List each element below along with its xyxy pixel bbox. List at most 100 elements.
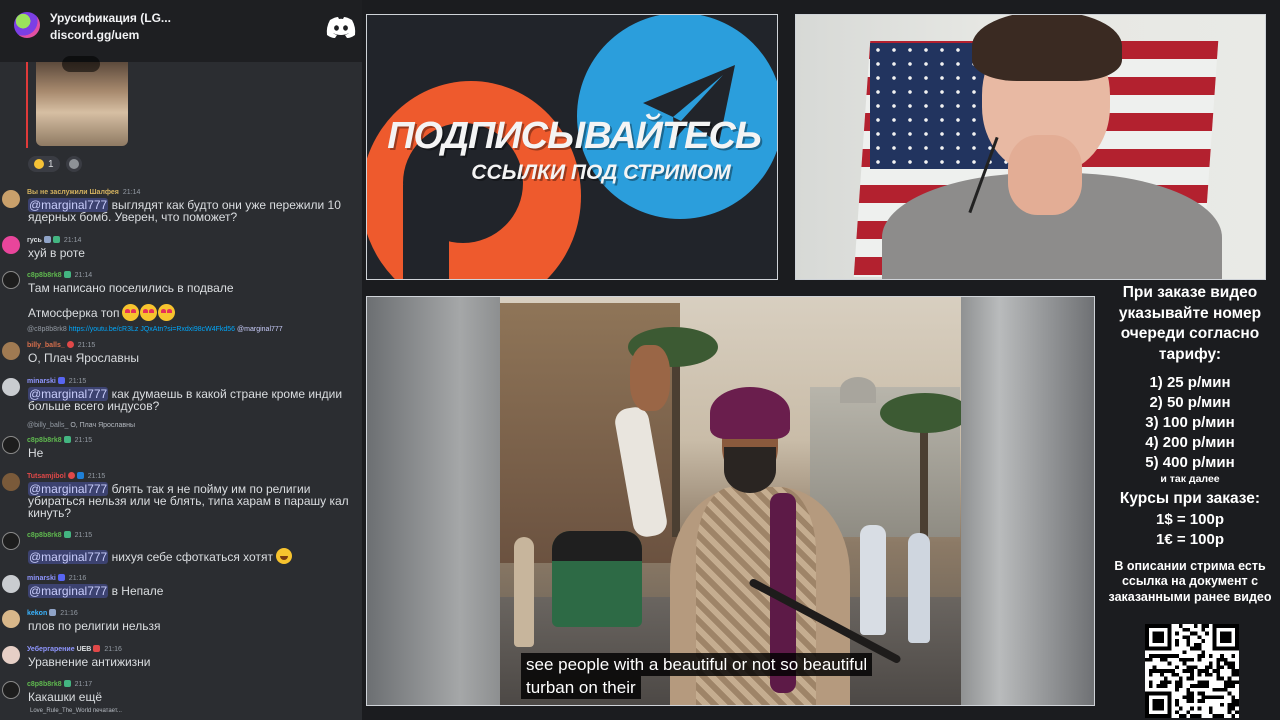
username[interactable]: гусь bbox=[27, 237, 42, 244]
user-mention[interactable]: @marginal777 bbox=[28, 584, 109, 598]
message-author[interactable]: billy_balls_ 21:15 bbox=[27, 341, 95, 349]
heart-eyes-emoji-icon bbox=[122, 304, 176, 321]
message-author[interactable]: kekon 21:16 bbox=[27, 609, 78, 617]
username[interactable]: Tutsamjibol bbox=[27, 473, 66, 480]
promo-subtitle: ССЫЛКИ ПОД СТРИМОМ bbox=[471, 161, 731, 184]
message-author[interactable]: minarski 21:16 bbox=[27, 574, 86, 582]
flag-badge-icon bbox=[76, 472, 84, 479]
avatar[interactable] bbox=[2, 378, 20, 396]
order-instructions: При заказе видео указывайте номер очеред… bbox=[1118, 284, 1262, 363]
streamer-hand bbox=[1008, 135, 1082, 215]
role-badge-icon bbox=[63, 680, 71, 687]
qr-code[interactable] bbox=[1145, 624, 1239, 718]
username[interactable]: minarski bbox=[27, 378, 56, 385]
avatar[interactable] bbox=[2, 575, 20, 593]
reaction-laugh[interactable]: 1 bbox=[28, 156, 60, 172]
avatar[interactable] bbox=[2, 236, 20, 254]
message-time: 21:15 bbox=[68, 378, 87, 385]
username[interactable]: c8p8b8rk8 bbox=[27, 681, 62, 688]
building-dome bbox=[840, 377, 876, 403]
pedestrian bbox=[514, 537, 534, 647]
avatar[interactable] bbox=[2, 532, 20, 550]
message-text: @marginal777 выглядят как будто они уже … bbox=[28, 198, 360, 223]
message-time: 21:14 bbox=[122, 189, 141, 196]
video-player[interactable]: see people with a beautiful or not so be… bbox=[366, 296, 1095, 706]
server-icon[interactable] bbox=[14, 12, 40, 38]
avatar[interactable] bbox=[2, 646, 20, 664]
message-text: хуй в роте bbox=[28, 246, 85, 260]
message-text: Там написано поселились в подвале bbox=[28, 281, 234, 295]
typing-indicator: Love_Rule_The_World печатает... bbox=[30, 708, 122, 714]
discord-chat-overlay: Урусификация (LG... discord.gg/uem 1 Вы … bbox=[0, 0, 362, 720]
username[interactable]: c8p8b8rk8 bbox=[27, 437, 62, 444]
previous-video-thumbnail[interactable] bbox=[36, 62, 128, 146]
role-badge-icon bbox=[67, 472, 75, 479]
username[interactable]: Вы не заслужили Шалфея bbox=[27, 189, 119, 196]
tariff-more: и так далее bbox=[1160, 473, 1220, 485]
message-text: О, Плач Ярославны bbox=[28, 351, 139, 365]
username[interactable]: minarski bbox=[27, 575, 56, 582]
message-text: @marginal777 блять так я не пойму им по … bbox=[28, 482, 360, 519]
avatar[interactable] bbox=[2, 473, 20, 491]
reply-author[interactable]: @c8p8b8rk8 bbox=[27, 326, 67, 333]
message-time: 21:15 bbox=[74, 437, 93, 444]
message-author[interactable]: Вы не заслужили Шалфея 21:14 bbox=[27, 189, 140, 196]
message-time: 21:16 bbox=[68, 575, 87, 582]
rate-item: 1€ = 100р bbox=[1156, 530, 1224, 548]
server-header[interactable]: Урусификация (LG... discord.gg/uem bbox=[0, 0, 362, 62]
role-badge-icon bbox=[57, 377, 65, 384]
role-badge-icon bbox=[49, 609, 57, 616]
message-author[interactable]: c8p8b8rk8 21:14 bbox=[27, 271, 92, 279]
avatar[interactable] bbox=[2, 190, 20, 208]
message-text: Уравнение антижизни bbox=[28, 655, 151, 669]
message-body: в Непале bbox=[111, 584, 164, 598]
avatar[interactable] bbox=[2, 610, 20, 628]
username[interactable]: Уебергарение bbox=[27, 646, 75, 653]
tariff-item: 3) 100 р/мин bbox=[1145, 414, 1235, 431]
message-author[interactable]: minarski 21:15 bbox=[27, 377, 86, 385]
role-badge-icon bbox=[43, 236, 51, 243]
message-author[interactable]: гусь 21:14 bbox=[27, 236, 81, 244]
message-time: 21:14 bbox=[63, 237, 82, 244]
message-time: 21:17 bbox=[74, 681, 93, 688]
message-author[interactable]: c8p8b8rk8 21:15 bbox=[27, 531, 92, 539]
avatar[interactable] bbox=[2, 681, 20, 699]
role-badge-icon bbox=[52, 236, 60, 243]
tariff-item: 4) 200 р/мин bbox=[1145, 434, 1235, 451]
guild-tag: UEB bbox=[76, 646, 92, 653]
role-badge-icon bbox=[63, 531, 71, 538]
subtitle-line: turban on their bbox=[521, 676, 641, 699]
promo-title: ПОДПИСЫВАЙТЕСЬ bbox=[387, 115, 762, 157]
video-play-overlay[interactable] bbox=[62, 56, 100, 72]
reply-link[interactable]: https://youtu.be/cR3Lz JQxAtn?si=Rxdxi98… bbox=[69, 326, 235, 333]
message-author[interactable]: Уебергарение UEB 21:16 bbox=[27, 645, 122, 653]
user-mention[interactable]: @marginal777 bbox=[28, 550, 109, 564]
auto-rickshaw-roof bbox=[552, 531, 642, 561]
avatar[interactable] bbox=[2, 271, 20, 289]
video-blur-left bbox=[367, 297, 500, 705]
server-invite-link[interactable]: discord.gg/uem bbox=[50, 28, 139, 42]
username[interactable]: c8p8b8rk8 bbox=[27, 272, 62, 279]
username[interactable]: kekon bbox=[27, 610, 47, 617]
palm-tree bbox=[880, 393, 961, 433]
avatar[interactable] bbox=[2, 436, 20, 454]
add-reaction-button[interactable] bbox=[65, 156, 82, 172]
message-author[interactable]: c8p8b8rk8 21:15 bbox=[27, 436, 92, 444]
reply-author[interactable]: @billy_balls_ bbox=[27, 422, 68, 429]
message-author[interactable]: Tutsamjibol 21:15 bbox=[27, 472, 105, 480]
username[interactable]: c8p8b8rk8 bbox=[27, 532, 62, 539]
man-waving-hand bbox=[630, 345, 670, 411]
message-body: Атмосферка топ bbox=[28, 306, 120, 320]
reply-mention[interactable]: @marginal777 bbox=[237, 326, 283, 333]
avatar[interactable] bbox=[2, 342, 20, 360]
reply-preview[interactable]: @c8p8b8rk8 https://youtu.be/cR3Lz JQxAtn… bbox=[27, 326, 283, 333]
streamer-webcam bbox=[795, 14, 1266, 280]
message-text: @marginal777 в Непале bbox=[28, 584, 360, 598]
username[interactable]: billy_balls_ bbox=[27, 342, 65, 349]
laugh-emoji-icon bbox=[34, 159, 44, 169]
reply-preview[interactable]: @billy_balls_ О, Плач Ярославны bbox=[27, 422, 135, 429]
order-info-panel: При заказе видео указывайте номер очеред… bbox=[1100, 283, 1280, 605]
message-time: 21:16 bbox=[60, 610, 78, 617]
message-author[interactable]: c8p8b8rk8 21:17 bbox=[27, 680, 92, 688]
rate-item: 1$ = 100р bbox=[1156, 510, 1224, 528]
